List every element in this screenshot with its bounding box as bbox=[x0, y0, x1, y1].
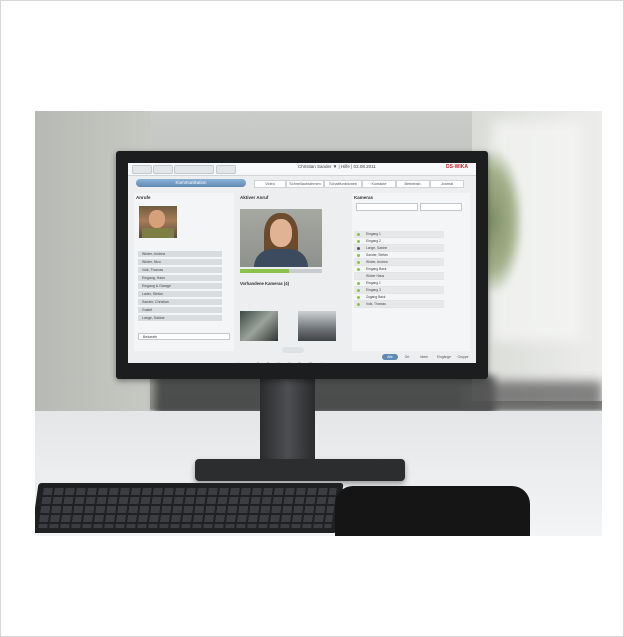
call-row: Lader, Stefan bbox=[138, 291, 222, 298]
filter-select bbox=[420, 203, 462, 211]
monitor-stand-base bbox=[195, 459, 405, 481]
blurred-furniture bbox=[462, 381, 602, 409]
monitor-screen: Christian Sander ▼ | Hilfe | 02.08.2011 … bbox=[128, 163, 476, 363]
table-row: Eingang 1 bbox=[354, 231, 444, 238]
caller-photo bbox=[139, 206, 177, 238]
call-row: Sander, Christian bbox=[138, 299, 222, 306]
filter-tab-intern: Intern bbox=[419, 355, 429, 359]
brand-logo: DS-WIKA bbox=[446, 164, 468, 170]
table-row: Eingang 3 bbox=[354, 287, 444, 294]
tab-kontakte: Kontakte bbox=[362, 180, 396, 188]
cameras-panel-title: Kameras bbox=[354, 195, 374, 200]
call-row: Winter, Andrea bbox=[138, 251, 222, 258]
filter-tab-alle: Alle bbox=[382, 354, 398, 360]
app-topbar: Christian Sander ▼ | Hilfe | 02.08.2011 … bbox=[128, 163, 476, 176]
filter-tab-ort: Ort bbox=[404, 355, 410, 359]
office-chair bbox=[335, 486, 530, 536]
table-row: Eingang 1 bbox=[354, 280, 444, 287]
call-row: Gustel bbox=[138, 307, 222, 314]
tab-schnellaufnahmen: Schnellaufnahmen bbox=[286, 180, 324, 188]
camera-thumbnail bbox=[240, 311, 278, 341]
pager-controls bbox=[282, 347, 304, 353]
toolbar-button bbox=[132, 165, 152, 174]
table-row: Winter Haus bbox=[354, 273, 444, 280]
tab-betriebsbuch: Betriebsb. bbox=[396, 180, 430, 188]
caller-shirt bbox=[142, 228, 174, 238]
footer-dropdown: Bedarafe bbox=[138, 333, 230, 340]
keyboard bbox=[35, 483, 344, 533]
call-row: Lange, Sabine bbox=[138, 315, 222, 322]
call-row: Eingang & Garage bbox=[138, 283, 222, 290]
call-progress-fill bbox=[240, 269, 290, 273]
table-row: Volk, Thomas bbox=[354, 301, 444, 308]
toolbar-button bbox=[153, 165, 173, 174]
call-row: Eingang, Haus bbox=[138, 275, 222, 282]
call-progress bbox=[240, 269, 322, 273]
toolbar-button bbox=[216, 165, 236, 174]
table-row: Eingang 2 bbox=[354, 238, 444, 245]
calls-title: Anrufe bbox=[136, 195, 151, 200]
filter-tab-eingaenge: Eingänge bbox=[437, 355, 451, 359]
monitor-stand-neck bbox=[260, 379, 315, 461]
keyboard-keys bbox=[38, 488, 337, 528]
caller-face bbox=[149, 210, 165, 228]
blurred-sofa bbox=[155, 376, 495, 416]
tab-video: Video bbox=[254, 180, 286, 188]
tab-schaltfunktionen: Schaltfunktionen bbox=[324, 180, 362, 188]
office-photo: Christian Sander ▼ | Hilfe | 02.08.2011 … bbox=[35, 111, 602, 536]
table-row: Eingang Back bbox=[354, 266, 444, 273]
video-feed bbox=[240, 209, 322, 267]
user-info: Christian Sander ▼ | Hilfe | 02.08.2011 bbox=[298, 164, 376, 169]
camera-thumbnail bbox=[298, 311, 336, 341]
active-call-title: Aktiver Anruf bbox=[240, 195, 269, 200]
bottom-toolbar: ✓ ◐ ⟲ ⟳ ☐ ☐ ✎ ✉ ⇄ ○ ○ bbox=[236, 361, 376, 363]
monitor: Christian Sander ▼ | Hilfe | 02.08.2011 … bbox=[116, 151, 488, 379]
call-row: Winter, Nico bbox=[138, 259, 222, 266]
camera-select bbox=[356, 203, 418, 211]
cameras-subtitle: Vorhandene Kameras (4) bbox=[240, 281, 290, 286]
camera-table: Eingang 1 Eingang 2 Lange, Sabine Sander… bbox=[354, 231, 444, 341]
person-face bbox=[270, 219, 292, 247]
tab-kommunikation: Kommunikation bbox=[136, 179, 246, 187]
toolbar-button bbox=[174, 165, 214, 174]
filter-tab-gruppe: Gruppe bbox=[457, 355, 469, 359]
calls-panel: Anrufe Winter, Andrea Winter, Nico Volk,… bbox=[134, 193, 234, 351]
tab-journal: Journal bbox=[430, 180, 464, 188]
table-row: Sander, Stefan bbox=[354, 252, 444, 259]
person-body bbox=[254, 249, 308, 267]
call-row: Volk, Thomas bbox=[138, 267, 222, 274]
main-tabs: Kommunikation Video Schnellaufnahmen Sch… bbox=[136, 179, 468, 188]
table-row: Lange, Sabine bbox=[354, 245, 444, 252]
table-row: Zugang Back bbox=[354, 294, 444, 301]
table-row: Winter, Andrea bbox=[354, 259, 444, 266]
